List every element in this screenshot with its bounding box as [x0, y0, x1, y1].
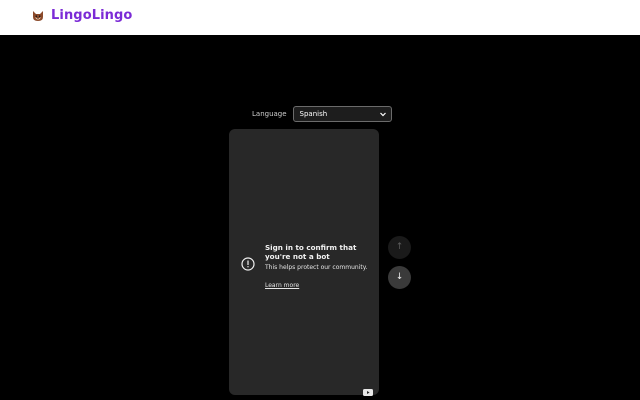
fox-icon [31, 9, 45, 23]
brand-logo-link[interactable]: LingoLingo [31, 8, 132, 23]
language-label: Language [252, 110, 287, 118]
notice-text-block: Sign in to confirm that you're not a bot… [265, 243, 373, 291]
arrow-down-icon: ↓ [395, 272, 404, 282]
arrow-up-icon: ↑ [395, 242, 404, 252]
chevron-down-icon [379, 110, 387, 118]
language-selected-value: Spanish [299, 110, 328, 118]
language-select[interactable]: Spanish [292, 106, 392, 122]
video-player[interactable]: Sign in to confirm that you're not a bot… [229, 129, 379, 396]
brand-name: LingoLingo [51, 8, 133, 23]
notice-title: Sign in to confirm that you're not a bot [265, 243, 357, 261]
top-navigation-bar: LingoLingo [0, 0, 640, 35]
previous-video-button[interactable]: ↑ [388, 236, 411, 259]
language-selector-row: Language Spanish [252, 106, 392, 122]
bot-check-notice: Sign in to confirm that you're not a bot… [241, 243, 373, 291]
alert-circle-icon [241, 256, 255, 271]
learn-more-link[interactable]: Learn more [265, 282, 299, 290]
next-video-button[interactable]: ↓ [388, 266, 411, 289]
youtube-icon[interactable] [363, 381, 373, 396]
notice-subtitle: This helps protect our community. [265, 264, 368, 271]
